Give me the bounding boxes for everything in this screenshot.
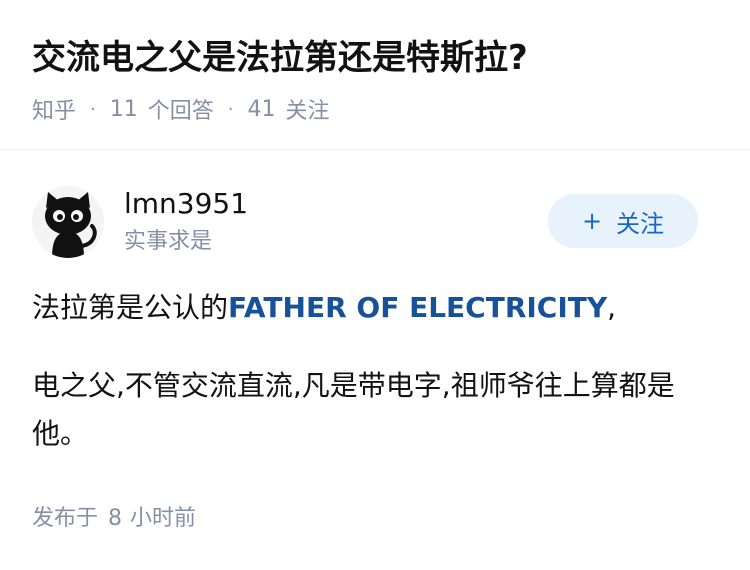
answer-paragraph: 法拉第是公认的FATHER OF ELECTRICITY,: [32, 284, 718, 332]
post-time-unit: 小时前: [130, 506, 197, 531]
plus-icon: +: [581, 207, 603, 235]
follower-count-label: 关注: [285, 99, 330, 124]
post-time-prefix: 发布于: [32, 506, 99, 531]
avatar[interactable]: [32, 186, 104, 258]
answer-paragraph: 电之父,不管交流直流,凡是带电字,祖师爷往上算都是他。: [32, 369, 675, 450]
author-name[interactable]: lmn3951: [124, 184, 248, 224]
post-time: 发布于 8 小时前: [32, 502, 196, 536]
answer-count-label[interactable]: 个回答: [148, 93, 214, 125]
author-row: lmn3951 实事求是 + 关注: [32, 182, 718, 262]
post-time-number: 8: [108, 506, 123, 531]
question-meta: 知乎 · 11 个回答 · 41 关注: [32, 92, 330, 126]
meta-separator: ·: [90, 98, 96, 120]
author-bio: 实事求是: [124, 229, 213, 254]
question-title[interactable]: 交流电之父是法拉第还是特斯拉?: [32, 34, 528, 82]
follower-count: 41: [247, 96, 276, 122]
question-header: 交流电之父是法拉第还是特斯拉? 知乎 · 11 个回答 · 41 关注: [0, 0, 750, 150]
answer-text: 法拉第是公认的: [32, 291, 229, 324]
black-cat-avatar-icon: [32, 186, 104, 258]
source-label: 知乎: [32, 99, 77, 124]
answer-text: ,: [607, 291, 617, 324]
father-of-electricity-link[interactable]: FATHER OF ELECTRICITY: [228, 291, 607, 324]
follow-button[interactable]: + 关注: [548, 194, 698, 248]
answer-body: 法拉第是公认的FATHER OF ELECTRICITY, 电之父,不管交流直流…: [32, 284, 718, 458]
follow-button-label: 关注: [616, 209, 665, 238]
answer-count: 11: [109, 96, 138, 122]
meta-separator: ·: [227, 98, 234, 120]
